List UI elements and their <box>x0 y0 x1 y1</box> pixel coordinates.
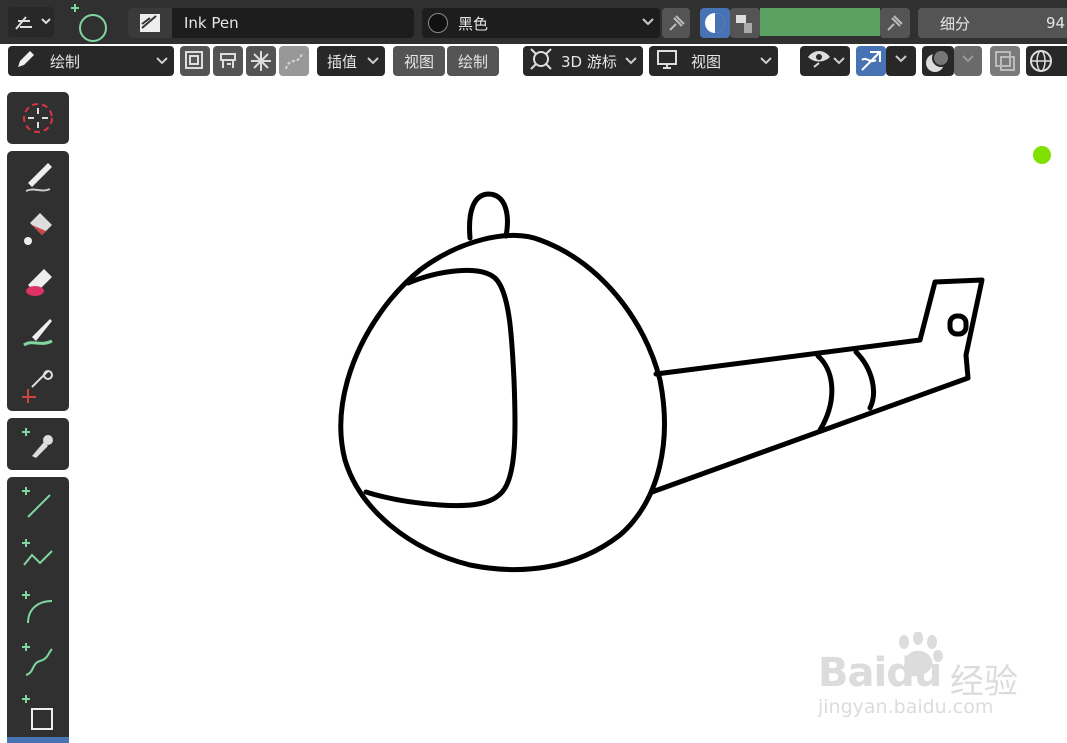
add-circle-icon[interactable] <box>66 2 110 42</box>
tint-icon <box>23 319 53 347</box>
chevron-down-icon <box>642 12 654 36</box>
chevron-down-icon <box>895 49 907 73</box>
erase-icon <box>26 269 52 296</box>
shelf-eyedropper-group <box>7 418 69 470</box>
cursor-tool[interactable] <box>7 92 69 144</box>
curve-edit-icon[interactable] <box>279 46 309 76</box>
erase-tool[interactable] <box>7 255 69 307</box>
active-tool-indicator <box>7 737 69 743</box>
line-tool[interactable] <box>7 477 69 529</box>
mode-dropdown[interactable]: 绘制 <box>8 46 174 76</box>
chevron-down-icon <box>962 49 974 73</box>
tab-draw[interactable]: 绘制 <box>447 46 499 76</box>
cutter-icon <box>22 370 53 403</box>
eyedropper-tool[interactable] <box>7 418 69 470</box>
tab-draw-label: 绘制 <box>457 52 488 71</box>
vertex-paint-icon <box>736 15 752 33</box>
interpolate-label: 插值 <box>327 52 358 71</box>
cursor-icon <box>23 103 53 133</box>
eye-icon <box>806 47 832 75</box>
tool-settings-bar: 绘制 插值 视图 绘制 3D 游标 视图 <box>0 44 1067 78</box>
tab-view-label: 视图 <box>403 52 434 71</box>
brush-name-field[interactable]: Ink Pen <box>128 8 414 38</box>
color-swatch[interactable] <box>760 8 880 36</box>
chevron-down-icon <box>833 51 845 75</box>
subdivide-label: 细分 <box>940 14 971 33</box>
target-icon <box>529 47 553 75</box>
chevron-down-icon <box>156 51 168 75</box>
viewport-view-dropdown[interactable]: 视图 <box>649 46 778 76</box>
shelf-cursor-group <box>7 92 69 144</box>
header-bar: Ink Pen 黑色 细分 94 <box>0 0 1067 44</box>
line-icon <box>22 487 51 518</box>
cutter-tool[interactable] <box>7 359 69 411</box>
autokey-icon[interactable] <box>213 46 243 76</box>
subdivide-value: 94 <box>1046 14 1066 32</box>
band-2-stroke <box>853 349 876 411</box>
polyline-tool[interactable] <box>7 529 69 581</box>
rotor-mast-stroke <box>467 191 510 241</box>
curve-icon <box>22 643 53 676</box>
arc-icon <box>22 591 53 624</box>
baidu-watermark: Baidu 经验 jingyan.baidu.com <box>818 632 1048 722</box>
pencil-icon <box>14 47 38 75</box>
object-type-dropdown[interactable] <box>8 7 54 37</box>
box-tool[interactable] <box>7 685 69 737</box>
overlay-icon <box>926 49 950 72</box>
fill-icon <box>24 213 52 245</box>
tail-boom-stroke <box>649 277 985 495</box>
blender-window: Ink Pen 黑色 细分 94 绘制 插值 视图 绘制 3D 游标 视图 Ba… <box>0 0 1067 743</box>
fill-tool[interactable] <box>7 203 69 255</box>
draw-icon <box>25 163 52 192</box>
polyline-icon <box>22 539 53 566</box>
tab-view[interactable]: 视图 <box>393 46 445 76</box>
pin-icon-2[interactable] <box>880 8 910 38</box>
vertex-color-toggle[interactable] <box>730 8 760 38</box>
arc-tool[interactable] <box>7 581 69 633</box>
cursor-placement-label: 3D 游标 <box>561 52 617 71</box>
curve-tool[interactable] <box>7 633 69 685</box>
gizmo-icon <box>861 51 881 71</box>
grease-pencil-icon <box>15 16 51 30</box>
brush-icon <box>128 8 172 38</box>
material-sphere-icon <box>428 13 448 33</box>
overlay-dropdown[interactable] <box>954 46 982 76</box>
visibility-dropdown[interactable] <box>800 46 850 76</box>
band-1-stroke <box>815 353 835 433</box>
tail-hole-stroke <box>947 313 969 337</box>
wireframe-shading-button[interactable] <box>1026 46 1067 76</box>
pin-icon[interactable] <box>662 8 690 38</box>
subdivide-slider[interactable]: 细分 94 <box>918 8 1067 38</box>
draw-tool[interactable] <box>7 151 69 203</box>
status-dot <box>1033 146 1051 164</box>
chevron-down-icon <box>760 51 772 75</box>
overlay-toggle[interactable] <box>922 46 954 76</box>
shelf-draw-group <box>7 151 69 411</box>
shelf-primitives-group <box>7 477 69 743</box>
gizmo-dropdown[interactable] <box>886 46 916 76</box>
chevron-down-icon <box>625 51 637 75</box>
watermark-url: jingyan.baidu.com <box>818 696 994 718</box>
globe-icon <box>1030 50 1052 72</box>
watermark-brand: Baidu <box>818 650 942 696</box>
color-mode-toggle[interactable] <box>700 8 730 38</box>
cursor-placement-dropdown[interactable]: 3D 游标 <box>523 46 643 76</box>
xray-icon[interactable] <box>990 46 1020 76</box>
material-name-label: 黑色 <box>458 14 489 33</box>
brush-name-label: Ink Pen <box>184 14 239 32</box>
chevron-down-icon <box>367 51 379 75</box>
monitor-icon <box>655 47 679 75</box>
interpolate-dropdown[interactable]: 插值 <box>317 46 385 76</box>
multiframe-icon[interactable] <box>180 46 210 76</box>
viewport-view-label: 视图 <box>691 52 722 71</box>
mode-label: 绘制 <box>50 52 81 71</box>
eyedropper-icon <box>22 428 53 458</box>
gizmo-toggle[interactable] <box>856 46 886 76</box>
tint-tool[interactable] <box>7 307 69 359</box>
freeze-icon[interactable] <box>246 46 276 76</box>
material-dropdown[interactable]: 黑色 <box>422 8 660 38</box>
box-icon <box>22 695 53 730</box>
color-wheel-icon <box>705 13 725 33</box>
